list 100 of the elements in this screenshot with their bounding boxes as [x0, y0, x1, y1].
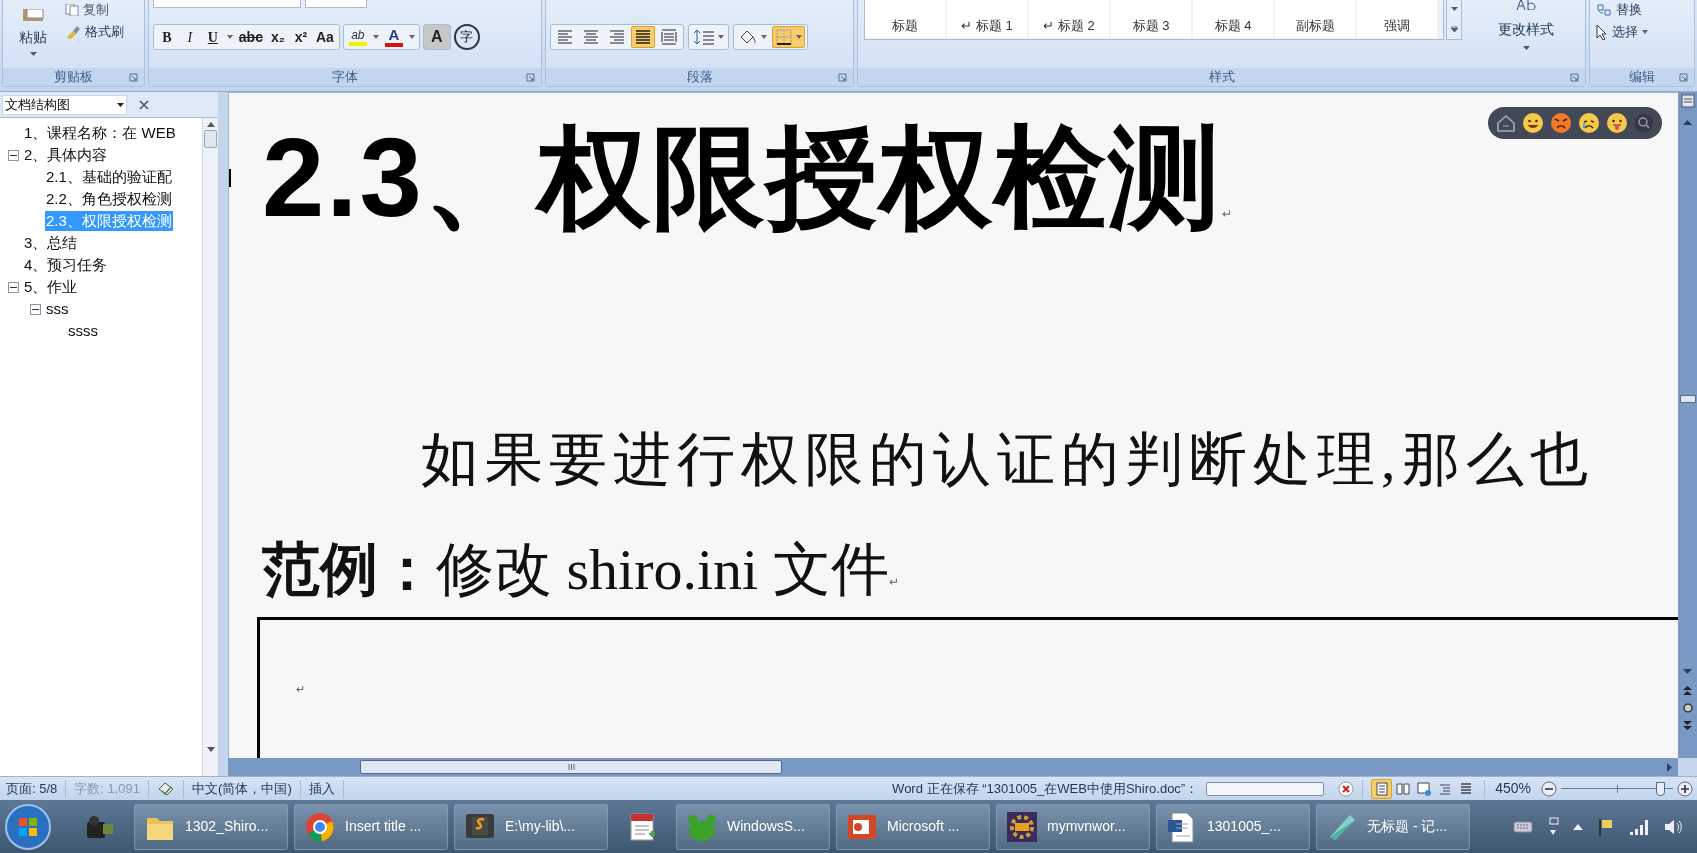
change-styles-button[interactable]: 更改样式	[1474, 0, 1578, 52]
scrollbar-thumb[interactable]	[360, 760, 782, 774]
scroll-up-icon	[206, 122, 215, 127]
previous-page-icon[interactable]	[1683, 686, 1692, 695]
home-icon[interactable]	[1496, 114, 1516, 132]
bold-button[interactable]: B	[155, 26, 178, 48]
caret-icon	[1522, 46, 1530, 50]
zoom-in-icon[interactable]	[1677, 780, 1693, 797]
taskbar-item[interactable]: Insert title ...	[294, 803, 448, 850]
outline-item[interactable]: 2、具体内容	[23, 145, 109, 165]
scrollbar-thumb[interactable]	[204, 130, 217, 148]
scroll-up-icon[interactable]	[1683, 120, 1692, 125]
print-layout-button[interactable]	[1371, 778, 1393, 799]
taskbar-item[interactable]: WindowsS...	[676, 803, 830, 850]
outline-item[interactable]: 5、作业	[23, 277, 79, 297]
outline-item[interactable]: 4、预习任务	[23, 255, 109, 275]
volume-icon[interactable]	[1663, 817, 1683, 836]
strikethrough-button[interactable]: abc	[235, 26, 266, 48]
taskbar-item[interactable]: E:\my-lib\...	[454, 803, 608, 850]
caret-icon	[761, 35, 768, 39]
crying-emoji-icon[interactable]	[1578, 112, 1600, 134]
keyboard-icon[interactable]	[1513, 820, 1533, 833]
scroll-down-icon[interactable]	[1450, 7, 1458, 12]
zoom-out-icon[interactable]	[1541, 780, 1557, 797]
style-item[interactable]: 标题 3	[1111, 0, 1191, 38]
taskbar-item[interactable]: Microsoft ...	[836, 803, 990, 850]
scroll-down-icon[interactable]	[1683, 669, 1692, 674]
next-page-icon[interactable]	[1683, 721, 1692, 730]
taskbar-item[interactable]: 1301005_...	[1156, 803, 1310, 850]
collapse-toggle[interactable]	[8, 281, 19, 293]
flag-icon[interactable]	[1597, 816, 1615, 837]
taskbar-item[interactable]: mymvnwor...	[996, 803, 1150, 850]
font-format-button[interactable]: Aa	[312, 26, 337, 48]
caret-icon[interactable]	[372, 35, 379, 39]
style-item[interactable]: 强调	[1357, 0, 1437, 38]
select-button[interactable]: 选择	[1596, 22, 1649, 42]
enclose-character-button[interactable]: 字	[453, 24, 480, 50]
dialog-launcher-icon[interactable]	[128, 73, 138, 82]
zoom-slider[interactable]	[1561, 780, 1673, 797]
scroll-right-icon[interactable]	[1667, 762, 1672, 772]
outline-item[interactable]: 3、总结	[23, 233, 79, 253]
outline-item[interactable]: 2.1、基础的验证配	[45, 167, 173, 187]
font-color-button[interactable]: A	[381, 26, 406, 48]
outline-item[interactable]: 2.2、角色授权检测	[45, 189, 173, 209]
dialog-launcher-icon[interactable]	[1679, 73, 1688, 82]
browse-object-icon[interactable]	[1682, 703, 1693, 713]
format-painter-button[interactable]: 格式刷	[65, 22, 124, 42]
italic-button[interactable]: I	[178, 26, 201, 48]
caret-icon[interactable]	[408, 35, 415, 39]
horizontal-scrollbar[interactable]	[228, 758, 1678, 776]
style-item[interactable]: ↵ 标题 1	[947, 0, 1027, 38]
font-format-button[interactable]: x²	[289, 26, 312, 48]
caret-icon	[1642, 30, 1649, 34]
paste-button[interactable]: 粘贴	[9, 0, 57, 58]
style-item[interactable]: 标题 4	[1193, 0, 1273, 38]
style-item[interactable]: ↵ 标题 2	[1029, 0, 1109, 38]
outline-item[interactable]: sss	[45, 299, 70, 319]
show-hidden-icon[interactable]	[1573, 823, 1583, 830]
proofing-icon[interactable]	[157, 780, 176, 797]
style-item[interactable]: 标题	[865, 0, 945, 38]
copy-button[interactable]: 复制	[65, 0, 109, 20]
start-orb-icon[interactable]	[4, 802, 52, 851]
smiling-emoji-icon[interactable]	[1522, 112, 1544, 134]
dialog-launcher-icon[interactable]	[1570, 73, 1580, 82]
angry-emoji-icon[interactable]	[1550, 112, 1572, 134]
taskbar-item[interactable]: 1302_Shiro...	[134, 803, 288, 850]
language-status[interactable]: 中文(简体，中国)	[192, 778, 292, 799]
underline-button[interactable]: U	[201, 26, 224, 48]
signal-icon[interactable]	[1629, 817, 1649, 836]
search-icon[interactable]	[1634, 113, 1654, 133]
character-shading-button[interactable]: A	[422, 24, 451, 50]
style-item[interactable]: 副标题	[1275, 0, 1355, 38]
scrollbar-thumb[interactable]	[1679, 395, 1696, 403]
justify-button[interactable]	[631, 26, 656, 48]
insert-mode[interactable]: 插入	[308, 778, 335, 799]
slider-thumb[interactable]	[1655, 781, 1665, 796]
collapse-toggle[interactable]	[8, 149, 19, 161]
page-count[interactable]: 页面: 5/8	[6, 778, 58, 799]
window-arrow-icon[interactable]	[1547, 816, 1559, 837]
caret-icon[interactable]	[226, 35, 233, 39]
taskbar-item[interactable]: 无标题 - 记...	[1316, 803, 1470, 850]
outline-item[interactable]: ssss	[67, 321, 99, 341]
tongue-emoji-icon[interactable]	[1606, 112, 1628, 134]
heading: 2.3、权限授权检测	[262, 114, 1222, 242]
gallery-expand-icon[interactable]	[1450, 25, 1458, 32]
dialog-launcher-icon[interactable]	[526, 73, 536, 82]
cancel-icon[interactable]	[1338, 780, 1355, 797]
collapse-toggle[interactable]	[30, 303, 41, 315]
line-spacing-button[interactable]	[688, 24, 730, 50]
close-icon[interactable]	[139, 99, 149, 110]
zoom-level[interactable]: 450%	[1493, 778, 1533, 799]
dialog-launcher-icon[interactable]	[838, 73, 847, 82]
border-grid-icon	[775, 28, 794, 46]
replace-button[interactable]: 替换	[1596, 0, 1643, 20]
font-format-button[interactable]: x₂	[266, 26, 289, 48]
borders-button[interactable]	[772, 26, 806, 48]
ruler-icon[interactable]	[1680, 94, 1695, 108]
view-dropdown[interactable]: 文档结构图	[2, 94, 127, 115]
highlight-button[interactable]: ab	[345, 26, 370, 48]
outline-item[interactable]: 1、课程名称：在 WEB	[23, 123, 177, 143]
